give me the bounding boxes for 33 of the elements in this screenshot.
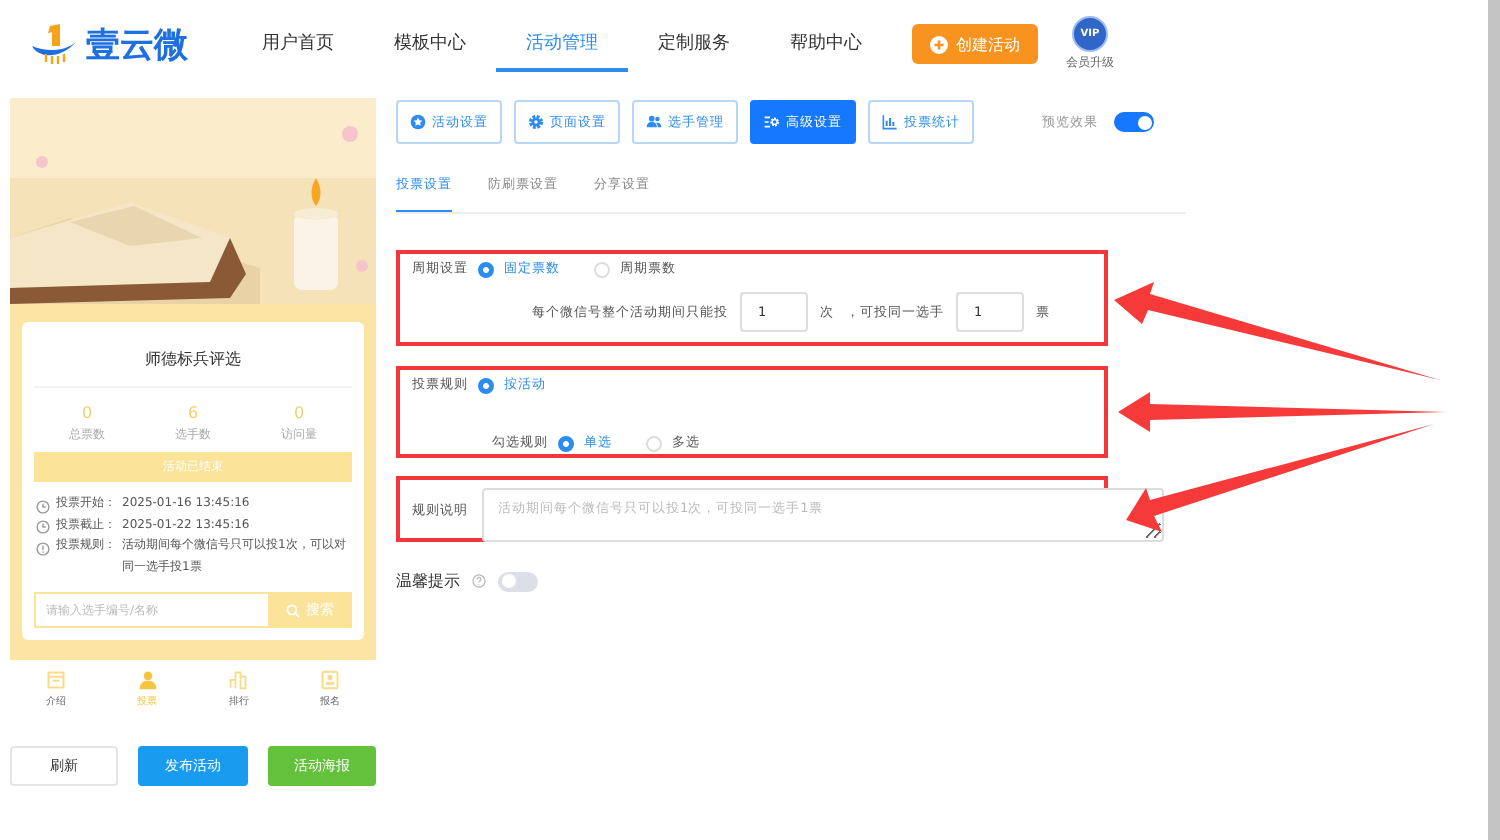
stat-value: 0 <box>81 404 93 422</box>
nav-link[interactable]: 用户首页 <box>232 17 364 71</box>
info-icon <box>36 541 50 555</box>
logo-text: 壹云微 <box>86 23 188 67</box>
nav-link[interactable]: 定制服务 <box>628 17 760 71</box>
gear-icon <box>528 114 544 130</box>
users-icon <box>646 114 662 130</box>
settings-icon <box>764 114 780 130</box>
toggle-switch[interactable] <box>498 571 538 591</box>
create-activity-button[interactable]: 创建活动 <box>912 24 1038 64</box>
plus-icon <box>930 35 948 53</box>
bar-chart-icon <box>882 114 898 130</box>
search-icon <box>286 603 300 617</box>
activity-title: 师德标兵评选 <box>34 334 352 388</box>
bar-chart-icon <box>228 670 249 690</box>
help-icon[interactable] <box>472 574 486 588</box>
radio-button[interactable] <box>558 435 574 451</box>
clock-icon <box>36 499 50 513</box>
star-icon <box>410 114 426 130</box>
radio-button[interactable] <box>478 261 494 277</box>
clock-icon <box>36 520 50 534</box>
stat-value: 0 <box>293 404 305 422</box>
radio-button[interactable] <box>478 377 494 393</box>
nav-link[interactable]: 帮助中心 <box>760 17 892 71</box>
tip-label: 温馨提示 <box>396 570 460 592</box>
calendar-icon <box>45 670 66 690</box>
toggle-switch[interactable] <box>1114 112 1154 132</box>
person-icon <box>137 670 158 690</box>
nav-link[interactable]: 模板中心 <box>364 17 496 71</box>
nav-link[interactable]: 活动管理 <box>496 17 628 71</box>
stat-value: 6 <box>187 404 199 422</box>
scrollbar[interactable] <box>1488 0 1500 840</box>
id-card-icon <box>320 670 341 690</box>
